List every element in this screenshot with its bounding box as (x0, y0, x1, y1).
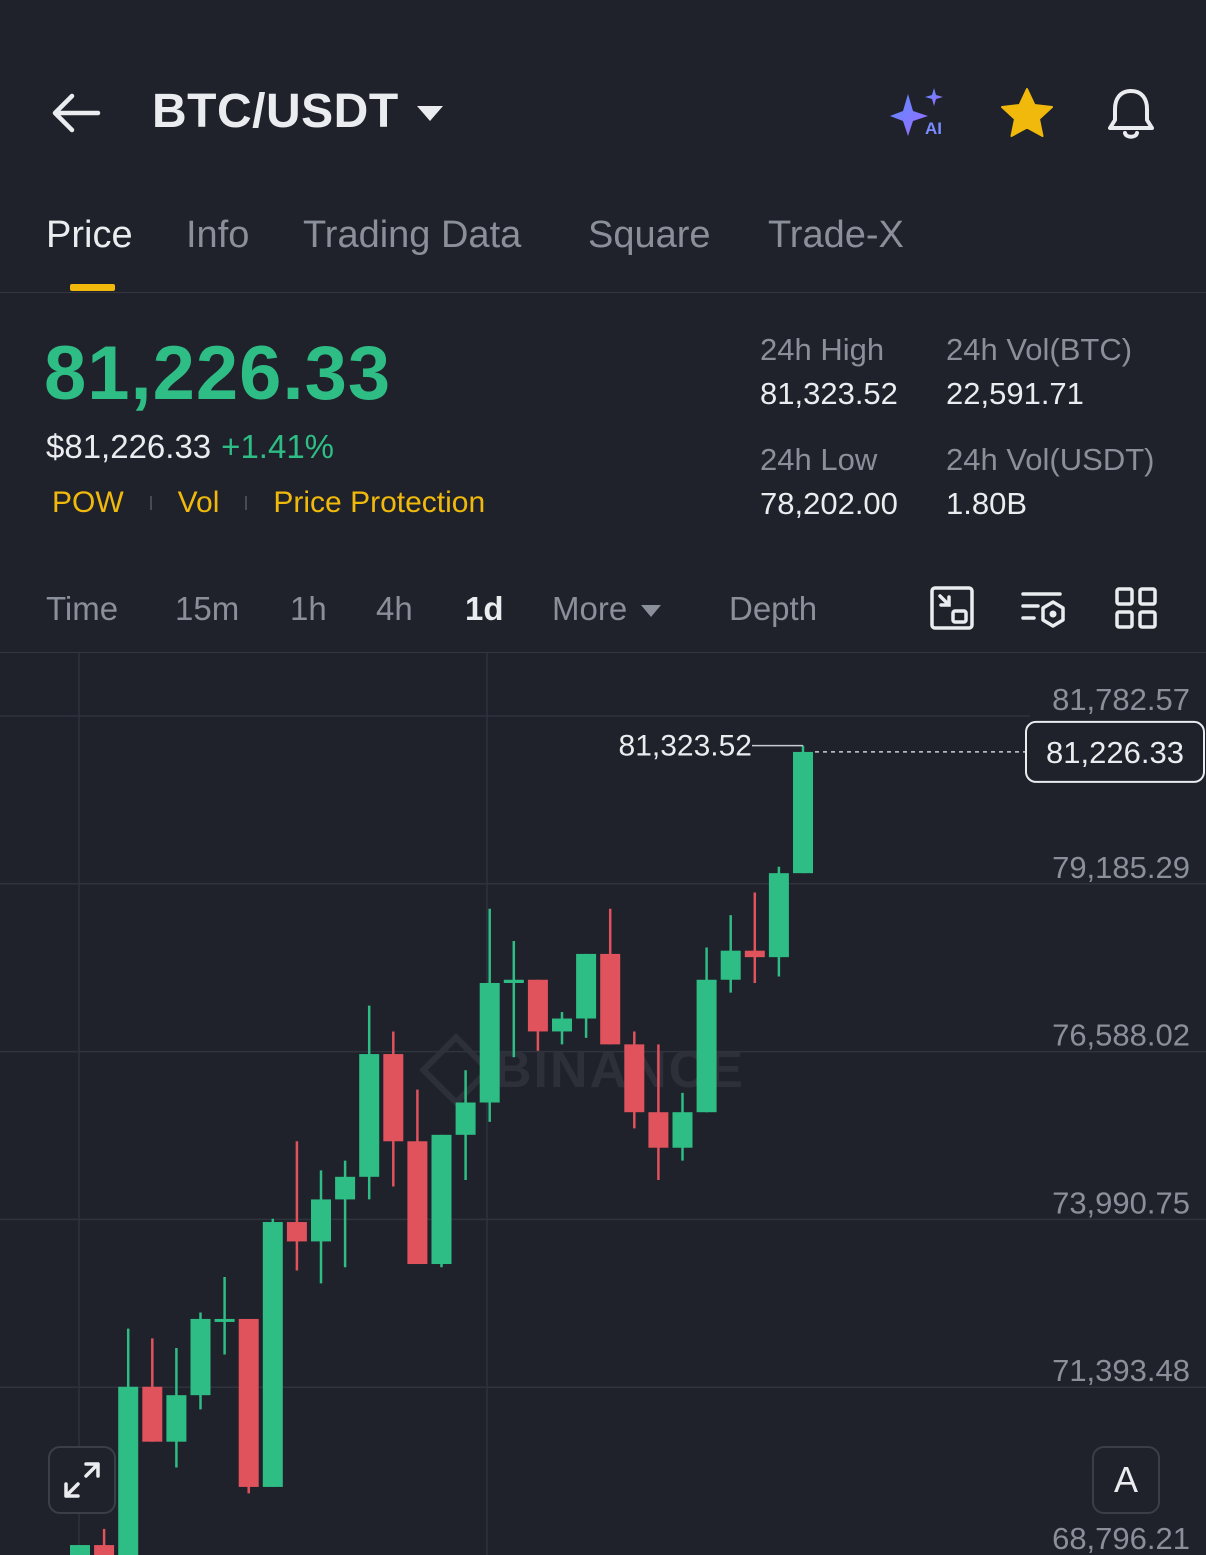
candle-body (335, 1176, 356, 1200)
pair-label: BTC/USDT (152, 85, 399, 138)
price-change-percent: +1.41% (221, 428, 335, 465)
candle-body (238, 1318, 259, 1487)
stat-label: 24h Vol(USDT) (946, 442, 1155, 477)
stat-24h-high: 24h High 81,323.52 (760, 332, 898, 412)
stat-24h-vol-btc: 24h Vol(BTC) 22,591.71 (946, 332, 1132, 412)
candle-body (142, 1386, 163, 1442)
bell-icon[interactable] (1100, 84, 1162, 144)
y-axis-label: 68,796.21 (1052, 1521, 1190, 1555)
candle-body (311, 1199, 331, 1242)
candle-body (383, 1054, 404, 1142)
y-axis-label: 73,990.75 (1052, 1185, 1190, 1220)
candle-body (214, 1318, 235, 1322)
stat-value: 81,323.52 (760, 376, 898, 411)
candlestick-chart[interactable]: 81,782.57 79,185.29 76,588.02 73,990.75 71,3… (0, 653, 1206, 1555)
tab-price[interactable]: Price (46, 214, 133, 257)
tab-trade-x[interactable]: Trade-X (768, 214, 904, 257)
tab-square[interactable]: Square (588, 214, 711, 257)
caret-down-icon (416, 106, 443, 121)
candle-body (262, 1222, 283, 1487)
last-price: 81,226.33 (44, 331, 392, 416)
candle-body (455, 1102, 476, 1135)
y-axis-label: 71,393.48 (1052, 1353, 1190, 1388)
interval-4h[interactable]: 4h (376, 590, 413, 628)
stat-label: 24h High (760, 332, 885, 367)
candle-body (768, 873, 789, 958)
usd-price: $81,226.33 (46, 428, 212, 465)
y-axis-label: 79,185.29 (1052, 850, 1190, 885)
y-axis-label: 76,588.02 (1052, 1018, 1190, 1053)
ai-badge-text: AI (925, 119, 942, 138)
candle-body (600, 953, 621, 1045)
fullscreen-button[interactable] (48, 1446, 116, 1514)
active-tab-indicator (70, 284, 115, 291)
candle-body (503, 979, 524, 983)
candle-body (70, 1545, 90, 1555)
expand-arrows-icon (64, 1462, 100, 1498)
candle-body (359, 1054, 380, 1177)
candle-body (431, 1134, 452, 1265)
caret-down-icon (641, 605, 662, 618)
tag-vol[interactable]: Vol (178, 486, 220, 520)
usd-price-line: $81,226.33 +1.41% (46, 428, 334, 466)
candle-body (696, 979, 717, 1113)
candle-body (576, 953, 597, 1019)
high-marker-label: 81,323.52 (619, 730, 752, 763)
y-axis-label: 81,782.57 (1052, 682, 1190, 717)
interval-time[interactable]: Time (46, 590, 118, 628)
pair-selector[interactable]: BTC/USDT (152, 84, 443, 139)
tab-trading-data[interactable]: Trading Data (303, 214, 521, 257)
auto-scale-button[interactable]: A (1092, 1446, 1160, 1514)
interval-bar: Time 15m 1h 4h 1d More Depth (0, 570, 1206, 653)
chart-compare-icon[interactable] (928, 584, 976, 632)
stat-24h-low: 24h Low 78,202.00 (760, 442, 898, 522)
candle-body (118, 1386, 139, 1555)
main-tabs: Price Info Trading Data Square Trade-X (0, 200, 1206, 293)
indicator-settings-icon[interactable] (1020, 584, 1068, 632)
tag-divider (245, 496, 248, 510)
grid-layout-icon[interactable] (1112, 584, 1160, 632)
last-price-label: 81,226.33 (1046, 735, 1184, 770)
candle-body (166, 1395, 187, 1442)
candle-body (648, 1112, 669, 1148)
interval-1d[interactable]: 1d (465, 590, 504, 628)
candle-body (552, 1018, 572, 1032)
interval-15m[interactable]: 15m (175, 590, 239, 628)
stat-value: 1.80B (946, 486, 1028, 521)
app-header: BTC/USDT AI (0, 0, 1206, 200)
back-arrow-icon[interactable] (48, 88, 104, 138)
stat-24h-vol-usdt: 24h Vol(USDT) 1.80B (946, 442, 1154, 522)
ai-sparkle-icon[interactable]: AI (888, 84, 950, 144)
tag-price-protection[interactable]: Price Protection (273, 486, 485, 520)
ticker-tags: POW Vol Price Protection (52, 486, 485, 520)
candle-body (744, 950, 765, 958)
tag-divider (149, 496, 152, 510)
tab-info[interactable]: Info (186, 214, 249, 257)
stat-label: 24h Vol(BTC) (946, 332, 1133, 367)
more-label: More (552, 590, 628, 627)
candle-body (286, 1222, 307, 1242)
tag-pow[interactable]: POW (52, 486, 124, 520)
candle-body (624, 1044, 645, 1113)
candle-body (190, 1318, 211, 1396)
candle-body (407, 1141, 428, 1265)
star-icon[interactable] (996, 84, 1058, 144)
candle-body (527, 979, 548, 1032)
stat-value: 22,591.71 (946, 376, 1084, 411)
depth-toggle[interactable]: Depth (729, 590, 817, 628)
candle-body (720, 950, 741, 980)
interval-1h[interactable]: 1h (290, 590, 327, 628)
candle-body (479, 982, 500, 1103)
candle-body (793, 751, 813, 874)
stat-label: 24h Low (760, 442, 878, 477)
candle-body (672, 1112, 693, 1148)
stat-value: 78,202.00 (760, 486, 898, 521)
candle-body (94, 1545, 115, 1555)
interval-more[interactable]: More (552, 590, 662, 628)
